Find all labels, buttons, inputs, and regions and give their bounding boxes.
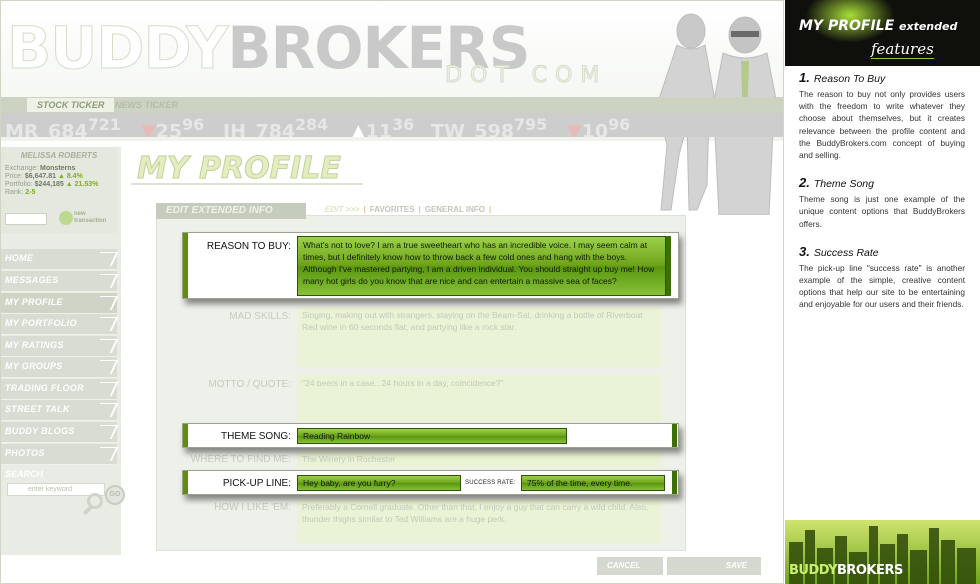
save-button[interactable]: SAVE — [667, 557, 761, 575]
site-logo-dotcom: DOT COM — [444, 63, 608, 89]
chevron-icon — [93, 403, 119, 417]
nav-street-talk[interactable]: STREET TALK — [1, 400, 119, 421]
pick-up-line-label: PICK-UP LINE: — [222, 478, 291, 489]
tab-favorites[interactable]: FAVORITES — [370, 205, 415, 214]
mad-skills-field[interactable]: Singing, making out with strangers, stay… — [297, 307, 661, 367]
nav-my-profile[interactable]: MY PROFILE — [1, 293, 119, 314]
tab-news-ticker[interactable]: NEWS TICKER — [105, 98, 188, 112]
mad-skills-label: MAD SKILLS: — [229, 311, 291, 322]
feature-heading: 2. Theme Song — [799, 175, 874, 191]
feature-text: Theme song is just one example of the un… — [799, 194, 965, 229]
success-rate-field[interactable]: 75% of the time, every time. — [521, 475, 665, 491]
features-header: MY PROFILE extended features — [785, 0, 980, 66]
user-portfolio: Portfolio: $244,185 ▲ 21.53% — [5, 181, 99, 188]
features-list: 1. Reason To Buy The reason to buy not on… — [799, 68, 965, 311]
ticker-change: ▼2596 — [141, 115, 205, 137]
ticker-item[interactable]: MR_684721 — [5, 115, 121, 137]
reason-to-buy-field[interactable]: What's not to love? I am a true sweethea… — [297, 236, 666, 296]
reason-to-buy-card: REASON TO BUY: What's not to love? I am … — [182, 232, 679, 299]
chevron-icon — [93, 252, 119, 266]
features-title: MY PROFILE extended — [799, 18, 958, 34]
title-underline — [131, 183, 363, 185]
profile-tabs: EDIT >>> | FAVORITES | GENERAL INFO | — [325, 205, 492, 214]
theme-song-label: THEME SONG: — [220, 431, 291, 442]
chevron-icon — [93, 425, 119, 439]
nav-my-groups[interactable]: MY GROUPS — [1, 357, 119, 378]
theme-song-field[interactable]: Reading Rainbow — [297, 428, 567, 444]
chevron-icon — [93, 382, 119, 396]
go-button[interactable]: GO — [105, 485, 125, 505]
user-exchange: Exchange: Monsterns — [5, 165, 76, 172]
cancel-button[interactable]: CANCEL — [597, 557, 663, 575]
ticker-change: ▼1096 — [567, 115, 631, 137]
where-to-find-me-label: WHERE TO FIND ME: — [190, 454, 291, 465]
nav-my-portfolio[interactable]: MY PORTFOLIO — [1, 314, 119, 335]
feature-heading: 1. Reason To Buy — [799, 70, 886, 85]
reason-to-buy-label: REASON TO BUY: — [206, 241, 291, 252]
stock-ticker: MR_684721 ▼2596 JH_784284 ▲1136 TW_59879… — [1, 113, 783, 137]
pick-up-line-field[interactable]: Hey baby, are you furry? — [297, 475, 461, 491]
nav-my-ratings[interactable]: MY RATINGS — [1, 336, 119, 357]
tab-general-info[interactable]: GENERAL INFO — [425, 205, 485, 214]
nav-home[interactable]: HOME — [1, 249, 119, 270]
user-rank: Rank: 2-5 — [5, 189, 36, 196]
edit-extended-info-tab[interactable]: EDIT EXTENDED INFO — [156, 203, 306, 219]
chevron-icon — [93, 274, 119, 288]
theme-song-card: THEME SONG: Reading Rainbow — [182, 423, 679, 448]
chevron-icon — [93, 360, 119, 374]
chevron-icon — [93, 339, 119, 353]
nav-trading-floor[interactable]: TRADING FLOOR — [1, 379, 119, 400]
pick-up-line-card: PICK-UP LINE: Hey baby, are you furry? S… — [182, 470, 679, 495]
tab-stock-ticker[interactable]: STOCK TICKER — [27, 98, 115, 112]
ticker-change: ▲1136 — [351, 115, 415, 137]
success-rate-label: SUCCESS RATE: — [465, 480, 516, 486]
feature-heading: 3. Success Rate — [799, 243, 879, 259]
footer-logo: BUDDYBROKERS — [789, 563, 903, 578]
user-price: Price: $6,647.81 ▲ 8.4% — [5, 173, 83, 180]
how-i-like-em-label: HOW I LIKE 'EM: — [214, 502, 291, 513]
where-to-find-me-field[interactable]: The Winery in Rochester — [297, 451, 661, 467]
chevron-icon — [93, 447, 119, 461]
ticker-item[interactable]: JH_784284 — [223, 115, 328, 137]
motto-label: MOTTO / QUOTE: — [208, 379, 291, 390]
user-name: MELISSA ROBERTS — [20, 151, 98, 160]
page-title: MY PROFILE — [137, 151, 342, 187]
nav-photos[interactable]: PHOTOS — [1, 444, 119, 465]
chevron-icon — [93, 296, 119, 310]
ticker-item[interactable]: TW_598795 — [431, 115, 547, 137]
how-i-like-em-field[interactable]: Preferably a Cornell graduate. Other tha… — [297, 499, 661, 543]
nav-buddy-blogs[interactable]: BUDDY BLOGS — [1, 422, 119, 443]
new-transaction-link[interactable]: new transaction — [74, 211, 114, 225]
features-subtitle: features — [871, 40, 934, 59]
feature-text: The pick-up line "success rate" is anoth… — [799, 262, 965, 310]
app-frame: BUDDYBROKERS DOT COM STOCK TICKER NEWS T… — [0, 0, 784, 584]
tab-edit[interactable]: EDIT >>> — [325, 205, 359, 214]
quick-input[interactable] — [5, 213, 47, 225]
chevron-icon — [93, 317, 119, 331]
motto-field[interactable]: "24 beers in a case...24 hours in a day,… — [297, 375, 661, 421]
search-label: SEARCH — [5, 469, 44, 479]
new-transaction-icon[interactable] — [59, 211, 73, 225]
features-panel: MY PROFILE extended features 1. Reason To… — [785, 0, 980, 584]
feature-text: The reason to buy not only provides user… — [799, 89, 965, 161]
nav-messages[interactable]: MESSAGES — [1, 271, 119, 292]
